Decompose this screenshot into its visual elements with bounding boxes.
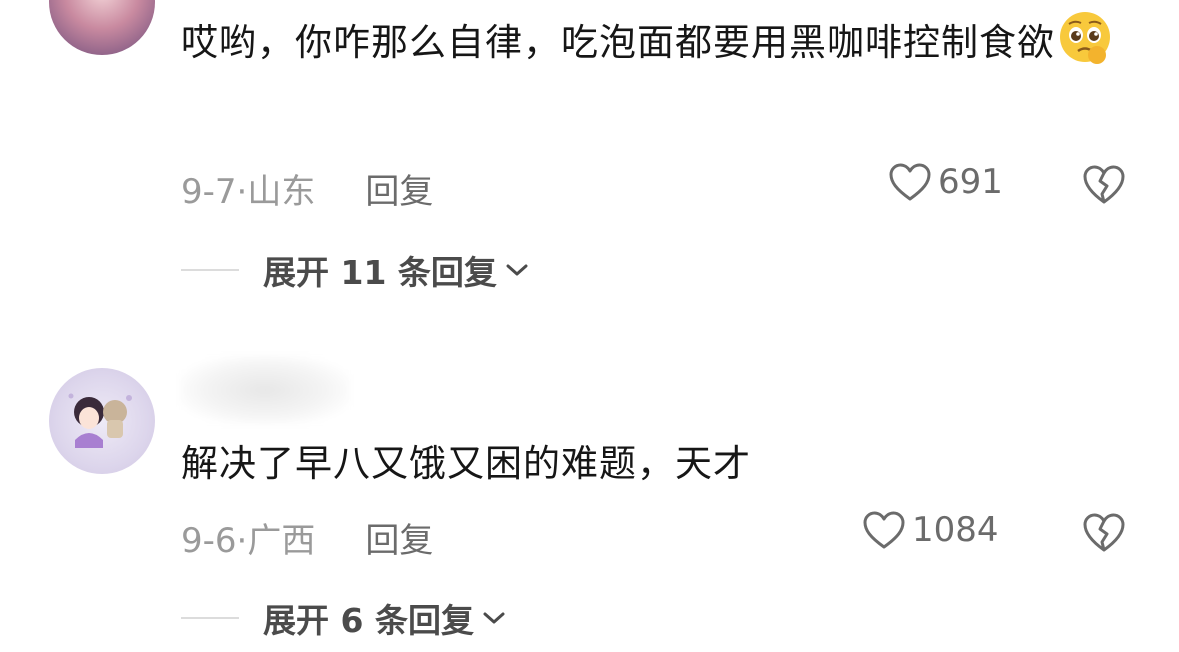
like-count: 1084 (912, 510, 999, 550)
reply-button[interactable]: 回复 (365, 172, 433, 212)
broken-heart-icon (1083, 165, 1125, 204)
like-button[interactable]: 1084 (862, 510, 999, 550)
comment-date: 9-7· (181, 172, 248, 212)
user-avatar[interactable] (49, 0, 155, 55)
divider-line (181, 617, 239, 619)
username-blurred (180, 355, 350, 425)
comment-location: 山东 (247, 172, 316, 212)
reply-button[interactable]: 回复 (365, 521, 433, 561)
comment-date: 9-6· (181, 521, 248, 561)
broken-heart-icon (1083, 513, 1125, 552)
expand-replies-label: 展开 6 条回复 (263, 601, 474, 640)
user-avatar[interactable] (49, 368, 155, 474)
expand-replies-button[interactable]: 展开 6 条回复 (181, 594, 506, 642)
comment-meta: 9-7·山东 回复 (181, 164, 433, 213)
heart-icon (863, 511, 905, 549)
chevron-down-icon (506, 264, 528, 276)
like-button[interactable]: 691 (888, 162, 1003, 202)
dislike-button[interactable] (1081, 511, 1127, 557)
chevron-down-icon (483, 612, 505, 624)
avatar-illustration-icon (68, 393, 132, 448)
comment-location: 广西 (247, 521, 316, 561)
expand-replies-button[interactable]: 展开 11 条回复 (181, 246, 529, 294)
comment-meta: 9-6·广西 回复 (181, 513, 433, 562)
comment-text: 哎哟，你咋那么自律，吃泡面都要用黑咖啡控制食欲 (181, 8, 1141, 78)
like-count: 691 (938, 162, 1003, 202)
heart-icon (889, 163, 931, 201)
comment-text: 解决了早八又饿又困的难题，天才 (181, 442, 751, 485)
pleading-face-emoji-icon (1057, 9, 1113, 65)
expand-replies-label: 展开 11 条回复 (263, 253, 497, 292)
divider-line (181, 269, 239, 271)
dislike-button[interactable] (1081, 163, 1127, 209)
